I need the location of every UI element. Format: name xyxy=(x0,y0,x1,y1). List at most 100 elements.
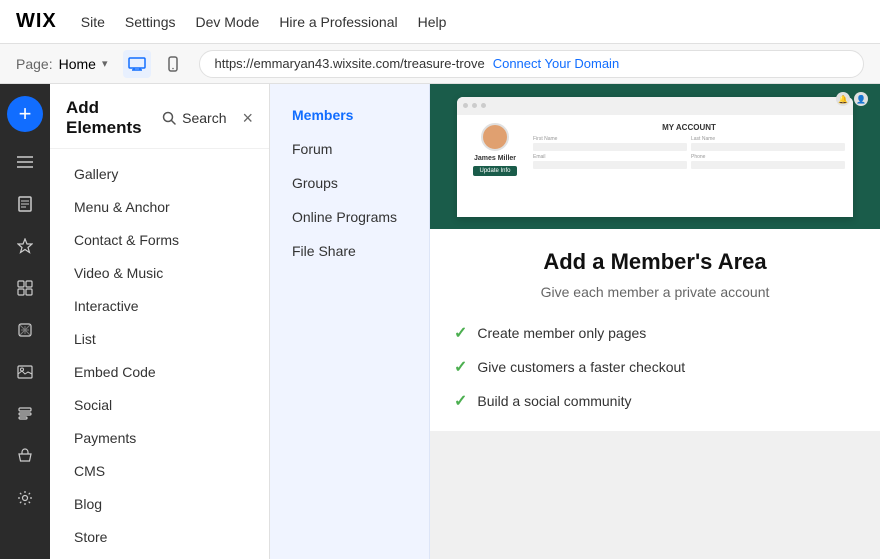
mock-header-icons: 🔔 👤 xyxy=(836,92,868,106)
mock-dot-2 xyxy=(472,103,477,108)
preview-subtitle: Give each member a private account xyxy=(454,283,856,303)
features-list: ✓ Create member only pages ✓ Give custom… xyxy=(454,323,856,411)
left-sidebar: + xyxy=(0,84,50,559)
sub-item-groups[interactable]: Groups xyxy=(282,168,417,198)
close-icon[interactable]: × xyxy=(242,108,253,129)
mock-update-btn: Update Info xyxy=(473,166,516,176)
preview-image: James Miller Update Info MY ACCOUNT Firs… xyxy=(430,84,880,229)
page-selector: Page: Home ▾ xyxy=(16,56,107,72)
nav-devmode[interactable]: Dev Mode xyxy=(196,14,260,30)
nav-links: Site Settings Dev Mode Hire a Profession… xyxy=(81,14,447,30)
panel-item-video-music[interactable]: Video & Music xyxy=(58,257,261,289)
top-navigation: WIX Site Settings Dev Mode Hire a Profes… xyxy=(0,0,880,44)
sidebar-layers-icon[interactable] xyxy=(7,144,43,180)
search-label: Search xyxy=(182,110,226,126)
check-icon-2: ✓ xyxy=(454,391,467,411)
mock-field-row-2: Email Phone xyxy=(533,154,845,169)
description-area: Add a Member's Area Give each member a p… xyxy=(430,229,880,431)
panel-item-bookings[interactable]: Bookings xyxy=(58,554,261,559)
sub-panel: Members Forum Groups Online Programs Fil… xyxy=(270,84,430,559)
mock-field-label-phone: Phone xyxy=(691,154,845,160)
chevron-down-icon[interactable]: ▾ xyxy=(102,57,108,70)
mock-field-label-email: Email xyxy=(533,154,687,160)
sidebar-store-icon[interactable] xyxy=(7,438,43,474)
panel-item-interactive[interactable]: Interactive xyxy=(58,290,261,322)
panel-item-cms[interactable]: CMS xyxy=(58,455,261,487)
panel-item-list[interactable]: List xyxy=(58,323,261,355)
members-preview-card: James Miller Update Info MY ACCOUNT Firs… xyxy=(430,84,880,431)
nav-hire-professional[interactable]: Hire a Professional xyxy=(279,14,397,30)
sidebar-grid-icon[interactable] xyxy=(7,270,43,306)
sidebar-pages-icon[interactable] xyxy=(7,186,43,222)
mock-field-firstname: First Name xyxy=(533,136,687,151)
mock-field-input-firstname xyxy=(533,143,687,151)
desktop-icon[interactable] xyxy=(123,50,151,78)
nav-settings[interactable]: Settings xyxy=(125,14,176,30)
panel-title: Add Elements xyxy=(66,98,162,138)
mock-user-name: James Miller xyxy=(474,155,516,162)
mock-title: MY ACCOUNT xyxy=(533,123,845,132)
mock-avatar xyxy=(481,123,509,151)
mock-fields: First Name Last Name xyxy=(533,136,845,169)
mock-bell-icon: 🔔 xyxy=(836,92,850,106)
panel-scroll-container: Gallery Menu & Anchor Contact & Forms Vi… xyxy=(50,149,269,559)
sub-item-file-share[interactable]: File Share xyxy=(282,236,417,266)
panel-item-social[interactable]: Social xyxy=(58,389,261,421)
mock-field-input-phone xyxy=(691,161,845,169)
mock-field-input-lastname xyxy=(691,143,845,151)
mock-form: MY ACCOUNT First Name Last Name xyxy=(533,123,845,176)
feature-text-0: Create member only pages xyxy=(477,325,646,341)
mobile-icon[interactable] xyxy=(159,50,187,78)
main-area: + xyxy=(0,84,880,559)
sub-item-online-programs[interactable]: Online Programs xyxy=(282,202,417,232)
mock-field-label-lastname: Last Name xyxy=(691,136,845,142)
url-bar[interactable]: https://emmaryan43.wixsite.com/treasure-… xyxy=(199,50,864,78)
panel-item-gallery[interactable]: Gallery xyxy=(58,158,261,190)
feature-text-1: Give customers a faster checkout xyxy=(477,359,685,375)
page-label: Page: xyxy=(16,56,53,72)
sidebar-design-icon[interactable] xyxy=(7,228,43,264)
mock-browser: James Miller Update Info MY ACCOUNT Firs… xyxy=(457,97,853,217)
sub-item-members[interactable]: Members xyxy=(282,100,417,130)
feature-item-1: ✓ Give customers a faster checkout xyxy=(454,357,856,377)
mock-dot-1 xyxy=(463,103,468,108)
sidebar-media-icon[interactable] xyxy=(7,354,43,390)
feature-item-2: ✓ Build a social community xyxy=(454,391,856,411)
add-elements-panel: Add Elements Search × Gallery Menu & Anc… xyxy=(50,84,270,559)
panel-item-blog[interactable]: Blog xyxy=(58,488,261,520)
device-icons xyxy=(123,50,187,78)
mock-dot-3 xyxy=(481,103,486,108)
sub-item-forum[interactable]: Forum xyxy=(282,134,417,164)
page-name[interactable]: Home xyxy=(59,56,96,72)
panel-list: Gallery Menu & Anchor Contact & Forms Vi… xyxy=(50,149,269,559)
mock-field-lastname: Last Name xyxy=(691,136,845,151)
panel-item-menu-anchor[interactable]: Menu & Anchor xyxy=(58,191,261,223)
mock-field-phone: Phone xyxy=(691,154,845,169)
search-button[interactable]: Search xyxy=(162,110,226,126)
connect-domain-link[interactable]: Connect Your Domain xyxy=(493,56,619,71)
panel-item-embed-code[interactable]: Embed Code xyxy=(58,356,261,388)
mock-content: James Miller Update Info MY ACCOUNT Firs… xyxy=(457,115,853,184)
sidebar-settings-icon[interactable] xyxy=(7,480,43,516)
wix-logo: WIX xyxy=(16,10,57,33)
sidebar-apps-icon[interactable] xyxy=(7,312,43,348)
nav-help[interactable]: Help xyxy=(418,14,447,30)
panel-item-store[interactable]: Store xyxy=(58,521,261,553)
panel-item-contact-forms[interactable]: Contact & Forms xyxy=(58,224,261,256)
nav-site[interactable]: Site xyxy=(81,14,105,30)
mock-sidebar: James Miller Update Info xyxy=(465,123,525,176)
sidebar-blog-icon[interactable] xyxy=(7,396,43,432)
check-icon-1: ✓ xyxy=(454,357,467,377)
preview-title: Add a Member's Area xyxy=(454,249,856,275)
panel-header: Add Elements Search × xyxy=(50,84,269,149)
check-icon-0: ✓ xyxy=(454,323,467,343)
mock-field-input-email xyxy=(533,161,687,169)
feature-item-0: ✓ Create member only pages xyxy=(454,323,856,343)
feature-text-2: Build a social community xyxy=(477,393,631,409)
add-elements-button[interactable]: + xyxy=(7,96,43,132)
mock-browser-bar xyxy=(457,97,853,115)
right-content: dia Contact Sho James M xyxy=(430,84,880,559)
mock-field-label-firstname: First Name xyxy=(533,136,687,142)
mock-user-icon: 👤 xyxy=(854,92,868,106)
panel-item-payments[interactable]: Payments xyxy=(58,422,261,454)
